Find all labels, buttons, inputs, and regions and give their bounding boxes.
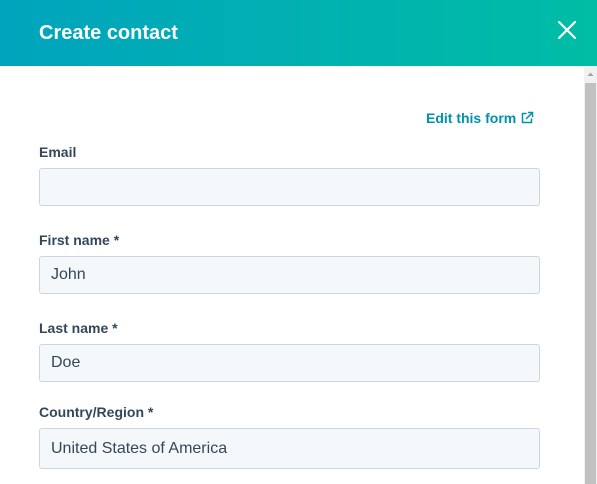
last-name-label: Last name * — [39, 320, 118, 336]
edit-form-link[interactable]: Edit this form — [426, 108, 534, 128]
external-link-icon — [521, 111, 534, 124]
country-region-field[interactable] — [39, 428, 540, 469]
panel-header: Create contact — [0, 0, 597, 66]
first-name-field[interactable] — [39, 256, 540, 294]
scrollbar-thumb[interactable] — [585, 83, 596, 484]
panel-title: Create contact — [39, 22, 178, 44]
email-field[interactable] — [39, 168, 540, 206]
last-name-field[interactable] — [39, 344, 540, 382]
create-contact-panel: Create contact Edit this form Email Firs… — [0, 0, 597, 484]
close-button[interactable] — [552, 15, 582, 45]
vertical-scrollbar[interactable] — [584, 66, 597, 484]
scroll-up-arrow-icon[interactable] — [584, 66, 597, 83]
email-label: Email — [39, 144, 77, 160]
first-name-label: First name * — [39, 232, 120, 248]
close-icon — [557, 20, 577, 40]
country-region-label: Country/Region * — [39, 404, 154, 420]
edit-form-link-label: Edit this form — [426, 110, 517, 126]
